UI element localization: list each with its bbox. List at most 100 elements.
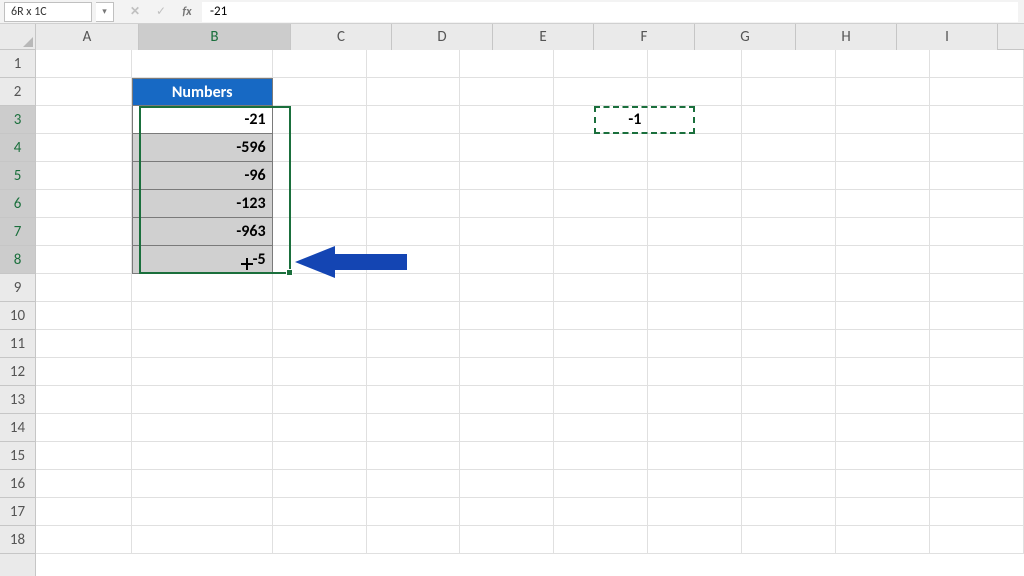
cell-I8[interactable] xyxy=(836,246,930,274)
cell-B3[interactable]: -21 xyxy=(132,106,273,134)
cell-C16[interactable] xyxy=(273,470,367,498)
cell-J3[interactable] xyxy=(930,106,1024,134)
row-header-2[interactable]: 2 xyxy=(0,78,35,106)
cell-D10[interactable] xyxy=(367,302,461,330)
cell-B15[interactable] xyxy=(132,442,273,470)
cell-J1[interactable] xyxy=(930,50,1024,78)
cell-H13[interactable] xyxy=(742,386,836,414)
cell-D4[interactable] xyxy=(367,134,461,162)
cell-H15[interactable] xyxy=(742,442,836,470)
col-header-H[interactable]: H xyxy=(796,24,897,50)
cell-B8[interactable]: -5 xyxy=(132,246,273,274)
cell-C3[interactable] xyxy=(273,106,367,134)
cell-A12[interactable] xyxy=(36,358,132,386)
cell-C17[interactable] xyxy=(273,498,367,526)
cell-I11[interactable] xyxy=(836,330,930,358)
row-header-12[interactable]: 12 xyxy=(0,358,35,386)
cell-H18[interactable] xyxy=(742,526,836,554)
cell-B16[interactable] xyxy=(132,470,273,498)
cell-B18[interactable] xyxy=(132,526,273,554)
cell-C10[interactable] xyxy=(273,302,367,330)
cell-E16[interactable] xyxy=(460,470,554,498)
cell-J6[interactable] xyxy=(930,190,1024,218)
cell-E9[interactable] xyxy=(460,274,554,302)
cell-F11[interactable] xyxy=(554,330,648,358)
row-header-4[interactable]: 4 xyxy=(0,134,35,162)
cell-E4[interactable] xyxy=(460,134,554,162)
row-header-9[interactable]: 9 xyxy=(0,274,35,302)
row-header-8[interactable]: 8 xyxy=(0,246,35,274)
cell-H2[interactable] xyxy=(742,78,836,106)
cell-B4[interactable]: -596 xyxy=(132,134,273,162)
name-box-dropdown[interactable]: ▾ xyxy=(96,2,114,22)
select-all-corner[interactable] xyxy=(0,24,36,50)
cell-F12[interactable] xyxy=(554,358,648,386)
cell-G5[interactable] xyxy=(648,162,742,190)
cell-F7[interactable] xyxy=(554,218,648,246)
cell-B2[interactable]: Numbers xyxy=(132,78,273,106)
cell-I16[interactable] xyxy=(836,470,930,498)
cell-E17[interactable] xyxy=(460,498,554,526)
cell-G12[interactable] xyxy=(648,358,742,386)
row-header-6[interactable]: 6 xyxy=(0,190,35,218)
enter-icon[interactable]: ✓ xyxy=(152,3,170,21)
cell-D18[interactable] xyxy=(367,526,461,554)
cell-H6[interactable] xyxy=(742,190,836,218)
cell-F18[interactable] xyxy=(554,526,648,554)
cell-F13[interactable] xyxy=(554,386,648,414)
col-header-C[interactable]: C xyxy=(291,24,392,50)
cell-J2[interactable] xyxy=(930,78,1024,106)
cell-A5[interactable] xyxy=(36,162,132,190)
cell-E18[interactable] xyxy=(460,526,554,554)
cell-D14[interactable] xyxy=(367,414,461,442)
cell-C18[interactable] xyxy=(273,526,367,554)
cell-E10[interactable] xyxy=(460,302,554,330)
cell-D3[interactable] xyxy=(367,106,461,134)
cell-I5[interactable] xyxy=(836,162,930,190)
cell-A15[interactable] xyxy=(36,442,132,470)
cell-J11[interactable] xyxy=(930,330,1024,358)
cell-C15[interactable] xyxy=(273,442,367,470)
cell-H7[interactable] xyxy=(742,218,836,246)
cell-G3[interactable] xyxy=(648,106,742,134)
cell-I15[interactable] xyxy=(836,442,930,470)
cells-area[interactable]: Numbers-21-1-596-96-123-963-5 xyxy=(36,50,1024,576)
cell-F10[interactable] xyxy=(554,302,648,330)
cell-F16[interactable] xyxy=(554,470,648,498)
cell-I17[interactable] xyxy=(836,498,930,526)
cell-H4[interactable] xyxy=(742,134,836,162)
cell-G6[interactable] xyxy=(648,190,742,218)
cell-F15[interactable] xyxy=(554,442,648,470)
cell-I12[interactable] xyxy=(836,358,930,386)
cell-J12[interactable] xyxy=(930,358,1024,386)
cell-I10[interactable] xyxy=(836,302,930,330)
cell-A2[interactable] xyxy=(36,78,132,106)
cell-G7[interactable] xyxy=(648,218,742,246)
cell-J8[interactable] xyxy=(930,246,1024,274)
cell-G10[interactable] xyxy=(648,302,742,330)
cell-J15[interactable] xyxy=(930,442,1024,470)
cell-I1[interactable] xyxy=(836,50,930,78)
col-header-E[interactable]: E xyxy=(493,24,594,50)
cell-J13[interactable] xyxy=(930,386,1024,414)
cell-G9[interactable] xyxy=(648,274,742,302)
cell-C12[interactable] xyxy=(273,358,367,386)
cell-H17[interactable] xyxy=(742,498,836,526)
cell-C6[interactable] xyxy=(273,190,367,218)
col-header-D[interactable]: D xyxy=(392,24,493,50)
cell-E11[interactable] xyxy=(460,330,554,358)
cell-E5[interactable] xyxy=(460,162,554,190)
cell-I7[interactable] xyxy=(836,218,930,246)
row-header-16[interactable]: 16 xyxy=(0,470,35,498)
cell-G16[interactable] xyxy=(648,470,742,498)
cell-I3[interactable] xyxy=(836,106,930,134)
cell-G14[interactable] xyxy=(648,414,742,442)
cell-H3[interactable] xyxy=(742,106,836,134)
cell-B12[interactable] xyxy=(132,358,273,386)
cell-I9[interactable] xyxy=(836,274,930,302)
cell-B11[interactable] xyxy=(132,330,273,358)
cell-G13[interactable] xyxy=(648,386,742,414)
cell-E1[interactable] xyxy=(460,50,554,78)
cell-B6[interactable]: -123 xyxy=(132,190,273,218)
cell-D17[interactable] xyxy=(367,498,461,526)
